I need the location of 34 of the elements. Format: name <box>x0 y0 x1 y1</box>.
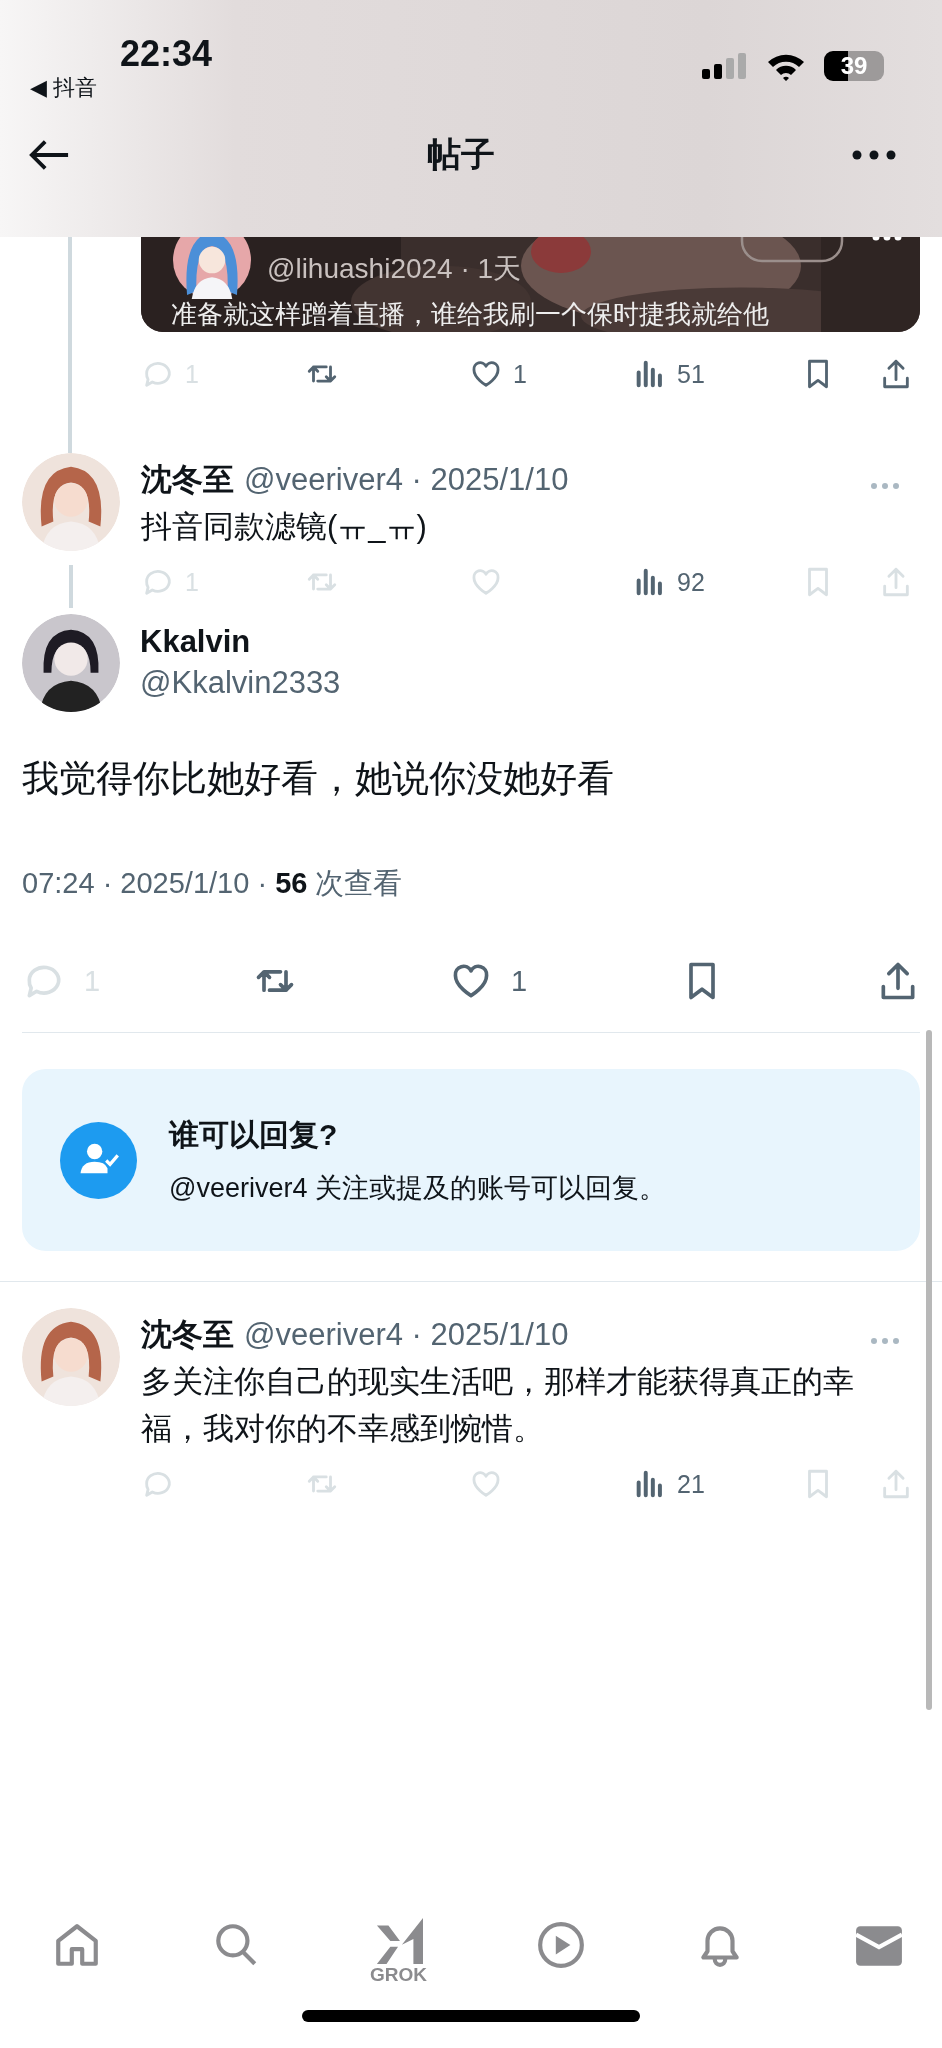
like-action[interactable]: 1 <box>449 959 528 1003</box>
video-caption: 准备就这样蹭着直播，谁给我刷一个保时捷我就给他 <box>170 299 770 329</box>
author-handle-date: @veeriver4 · 2025/1/10 <box>244 462 570 498</box>
reply-restriction-title: 谁可以回复? <box>169 1116 339 1153</box>
grok-tab[interactable]: GROK <box>370 1920 427 1986</box>
like-action[interactable]: 1 <box>469 357 527 391</box>
back-to-app-link[interactable]: ◀ 抖音 <box>30 74 213 102</box>
more-icon[interactable] <box>872 237 902 242</box>
person-check-icon <box>60 1121 137 1199</box>
author-handle-date: @lihuashi2024 · 1天 <box>267 252 523 286</box>
back-arrow-icon[interactable] <box>28 138 70 172</box>
post-timestamp-views: 07:24 · 2025/1/10 · 56 次查看 <box>22 866 404 901</box>
follow-button[interactable] <box>740 237 844 263</box>
reply-text: 抖音同款滤镜(ㅠ_ㅠ) <box>141 508 428 546</box>
quoted-video-card[interactable]: @lihuashi2024 · 1天 准备就这样蹭着直播，谁给我刷一个保时捷我就给他 <box>141 237 920 332</box>
author-handle[interactable]: @Kkalvin2333 <box>140 662 341 704</box>
grok-label: GROK <box>370 1964 427 1986</box>
author-name[interactable]: 沈冬至 <box>141 459 234 501</box>
more-icon[interactable] <box>852 150 896 160</box>
views-action[interactable]: 92 <box>633 565 705 599</box>
play-icon <box>536 1920 586 1970</box>
video-tab[interactable] <box>536 1920 586 1970</box>
author-name[interactable]: 沈冬至 <box>141 1314 234 1356</box>
author-name[interactable]: Kkalvin <box>140 622 341 662</box>
status-time: 22:34 <box>120 34 213 74</box>
avatar[interactable] <box>22 614 120 712</box>
reply-restriction-text: @veeriver4 关注或提及的账号可以回复。 <box>169 1171 666 1205</box>
signal-icon <box>702 53 748 79</box>
page-title: 帖子 <box>427 134 495 175</box>
reply-text: 多关注你自己的现实生活吧，那样才能获得真正的幸福，我对你的不幸感到惋惜。 <box>141 1363 855 1448</box>
author-handle-date: @veeriver4 · 2025/1/10 <box>244 1317 570 1353</box>
post-text: 我觉得你比她好看，她说你没她好看 <box>22 757 615 801</box>
views-action[interactable]: 51 <box>633 357 705 391</box>
views-action[interactable]: 21 <box>633 1467 705 1501</box>
